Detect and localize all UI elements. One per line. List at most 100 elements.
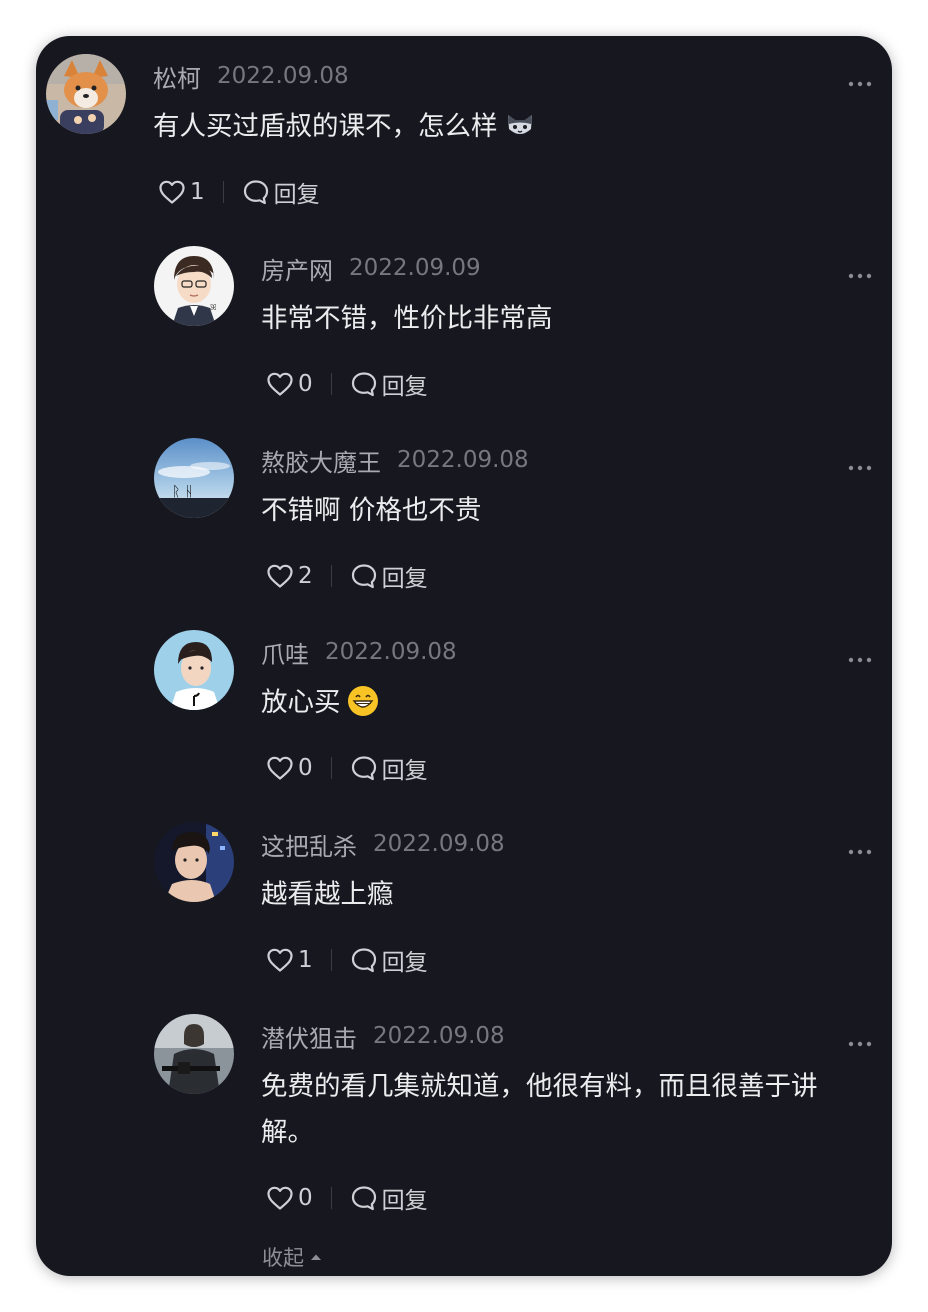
reply-button[interactable]: 回复 bbox=[350, 367, 428, 401]
heart-outline-icon bbox=[267, 948, 293, 972]
reply-button[interactable]: 回复 bbox=[350, 943, 428, 977]
like-count: 1 bbox=[298, 947, 313, 973]
comment-text: 不错啊 价格也不贵 bbox=[261, 495, 482, 526]
reply-label: 回复 bbox=[381, 758, 428, 784]
heart-outline-icon bbox=[159, 180, 185, 204]
divider bbox=[330, 949, 332, 971]
collapse-label: 收起 bbox=[262, 1246, 304, 1270]
divider bbox=[330, 373, 332, 395]
svg-text:ꕤ: ꕤ bbox=[210, 303, 217, 312]
avatar[interactable]: ᚱ ᚺ bbox=[154, 438, 234, 518]
reply-button[interactable]: 回复 bbox=[242, 175, 320, 209]
author-name[interactable]: 这把乱杀 bbox=[261, 827, 357, 862]
comment-meta: 爪哇 2022.09.08 bbox=[261, 635, 457, 670]
reply-label: 回复 bbox=[273, 182, 320, 208]
svg-text:ᚱ ᚺ: ᚱ ᚺ bbox=[172, 484, 193, 500]
reply-label: 回复 bbox=[381, 566, 428, 592]
comment-text: 非常不错，性价比非常高 bbox=[261, 303, 553, 334]
more-dots-icon[interactable] bbox=[848, 464, 872, 472]
divider bbox=[330, 565, 332, 587]
reply-label: 回复 bbox=[381, 1188, 428, 1214]
comment-actions: 0 回复 bbox=[266, 750, 428, 786]
like-button[interactable]: 0 bbox=[266, 755, 313, 781]
heart-outline-icon bbox=[267, 1186, 293, 1210]
more-dots-icon[interactable] bbox=[848, 1040, 872, 1048]
grinning-face-icon bbox=[347, 685, 379, 717]
more-dots-icon[interactable] bbox=[848, 272, 872, 280]
comment-meta: 潜伏狙击 2022.09.08 bbox=[261, 1019, 505, 1054]
comment-text-line: 放心买 bbox=[261, 680, 861, 726]
avatar[interactable] bbox=[154, 630, 234, 710]
main-comment: 松柯 2022.09.08 有人买过盾叔的课不，怎么样 1 回复 bbox=[36, 36, 892, 226]
comment-bubble-icon bbox=[351, 1186, 376, 1211]
comment-thread-card: 松柯 2022.09.08 有人买过盾叔的课不，怎么样 1 回复 ꕤ 房产网 2… bbox=[36, 36, 892, 1276]
heart-outline-icon bbox=[267, 756, 293, 780]
comment-date: 2022.09.08 bbox=[325, 639, 457, 665]
like-count: 1 bbox=[190, 179, 205, 205]
comment-meta: 房产网 2022.09.09 bbox=[261, 251, 481, 286]
reply-label: 回复 bbox=[381, 950, 428, 976]
author-name[interactable]: 熬胶大魔王 bbox=[261, 443, 381, 478]
reply-comment: ꕤ 房产网 2022.09.09 非常不错，性价比非常高 0 回复 bbox=[36, 228, 892, 420]
author-name[interactable]: 松柯 bbox=[153, 59, 201, 94]
comment-date: 2022.09.08 bbox=[217, 63, 349, 89]
reply-comment: 这把乱杀 2022.09.08 越看越上瘾 1 回复 bbox=[36, 804, 892, 996]
comment-meta: 松柯 2022.09.08 bbox=[153, 59, 349, 94]
comment-bubble-icon bbox=[351, 564, 376, 589]
comment-text: 放心买 bbox=[261, 687, 341, 718]
comment-date: 2022.09.08 bbox=[373, 1023, 505, 1049]
like-count: 0 bbox=[298, 371, 313, 397]
reply-label: 回复 bbox=[381, 374, 428, 400]
comment-date: 2022.09.08 bbox=[373, 831, 505, 857]
comment-date: 2022.09.08 bbox=[397, 447, 529, 473]
comment-bubble-icon bbox=[351, 948, 376, 973]
comment-text: 越看越上瘾 bbox=[261, 879, 394, 910]
reply-comment: 爪哇 2022.09.08 放心买 0 回复 bbox=[36, 612, 892, 804]
reply-comment: 潜伏狙击 2022.09.08 免费的看几集就知道，他很有料，而且很善于讲解。 … bbox=[36, 996, 892, 1236]
author-name[interactable]: 房产网 bbox=[261, 251, 333, 286]
reply-comment: ᚱ ᚺ 熬胶大魔王 2022.09.08 不错啊 价格也不贵 2 回复 bbox=[36, 420, 892, 612]
like-count: 0 bbox=[298, 755, 313, 781]
comment-text: 有人买过盾叔的课不，怎么样 bbox=[153, 111, 498, 142]
comment-actions: 1 回复 bbox=[266, 942, 428, 978]
divider bbox=[330, 1187, 332, 1209]
comment-bubble-icon bbox=[243, 180, 268, 205]
divider bbox=[222, 181, 224, 203]
like-button[interactable]: 0 bbox=[266, 371, 313, 397]
heart-outline-icon bbox=[267, 564, 293, 588]
author-name[interactable]: 爪哇 bbox=[261, 635, 309, 670]
more-dots-icon[interactable] bbox=[848, 848, 872, 856]
caret-up-icon bbox=[311, 1254, 321, 1260]
avatar[interactable] bbox=[154, 1014, 234, 1094]
cat-face-icon bbox=[504, 109, 536, 141]
avatar[interactable] bbox=[154, 822, 234, 902]
comment-text-line: 有人买过盾叔的课不，怎么样 bbox=[153, 104, 853, 150]
reply-button[interactable]: 回复 bbox=[350, 751, 428, 785]
like-count: 2 bbox=[298, 563, 313, 589]
collapse-button[interactable]: 收起 bbox=[262, 1242, 322, 1272]
comment-actions: 0 回复 bbox=[266, 366, 428, 402]
like-button[interactable]: 1 bbox=[266, 947, 313, 973]
more-dots-icon[interactable] bbox=[848, 80, 872, 88]
comment-text: 免费的看几集就知道，他很有料，而且很善于讲解。 bbox=[261, 1071, 818, 1148]
more-dots-icon[interactable] bbox=[848, 656, 872, 664]
comment-date: 2022.09.09 bbox=[349, 255, 481, 281]
like-button[interactable]: 2 bbox=[266, 563, 313, 589]
reply-button[interactable]: 回复 bbox=[350, 1181, 428, 1215]
like-count: 0 bbox=[298, 1185, 313, 1211]
comment-meta: 这把乱杀 2022.09.08 bbox=[261, 827, 505, 862]
comment-actions: 1 回复 bbox=[158, 174, 320, 210]
comment-actions: 2 回复 bbox=[266, 558, 428, 594]
reply-button[interactable]: 回复 bbox=[350, 559, 428, 593]
comment-bubble-icon bbox=[351, 756, 376, 781]
comment-bubble-icon bbox=[351, 372, 376, 397]
avatar[interactable] bbox=[46, 54, 126, 134]
like-button[interactable]: 1 bbox=[158, 179, 205, 205]
like-button[interactable]: 0 bbox=[266, 1185, 313, 1211]
comment-actions: 0 回复 bbox=[266, 1180, 428, 1216]
heart-outline-icon bbox=[267, 372, 293, 396]
comment-meta: 熬胶大魔王 2022.09.08 bbox=[261, 443, 529, 478]
author-name[interactable]: 潜伏狙击 bbox=[261, 1019, 357, 1054]
avatar[interactable]: ꕤ bbox=[154, 246, 234, 326]
divider bbox=[330, 757, 332, 779]
